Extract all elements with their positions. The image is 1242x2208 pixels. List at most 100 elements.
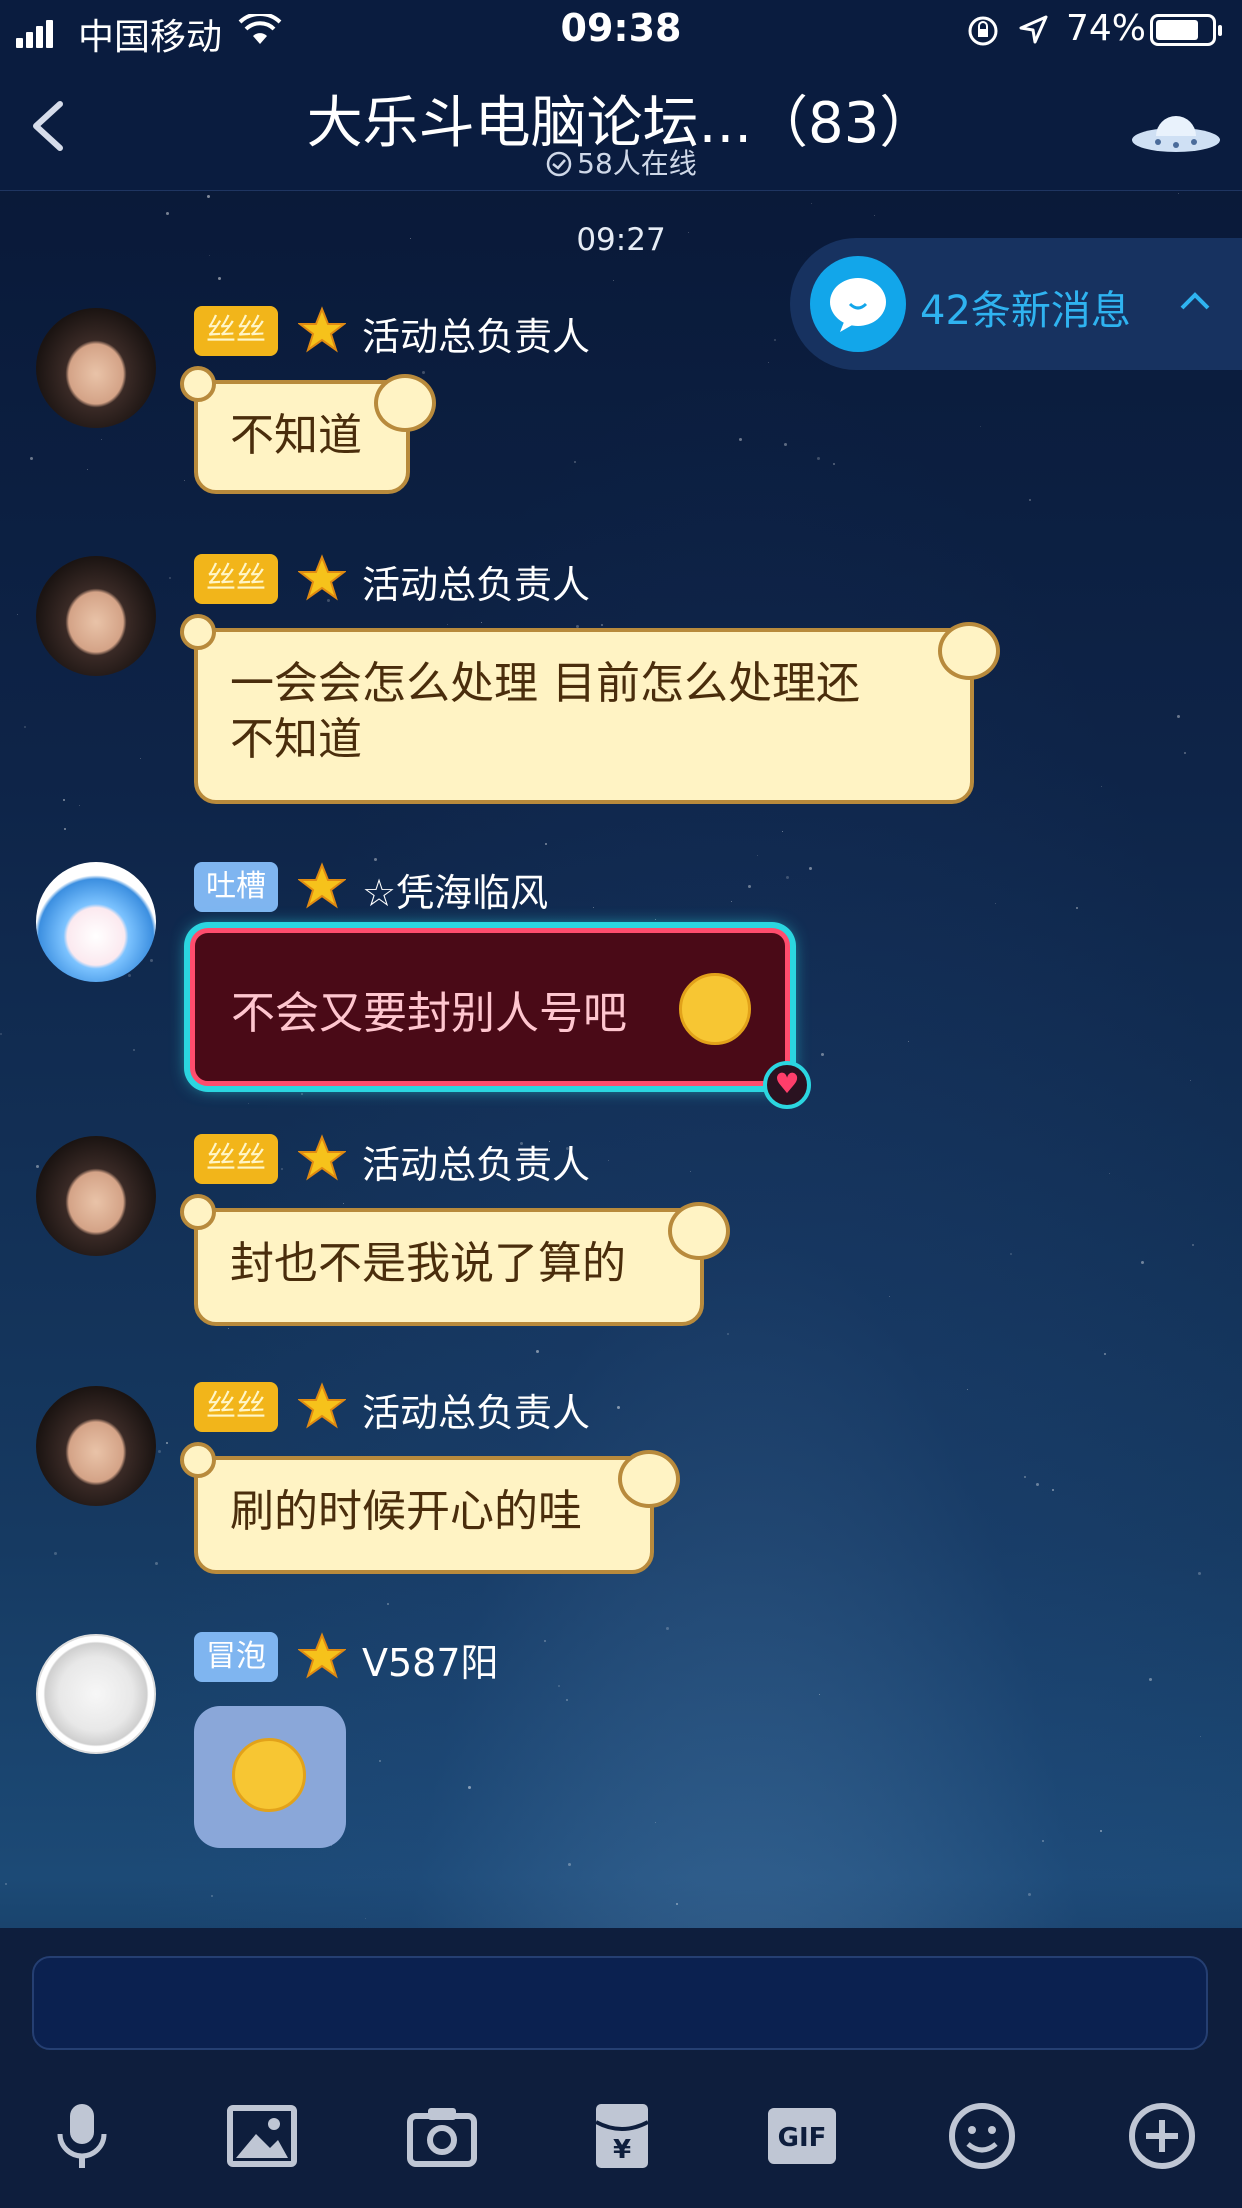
star-dot bbox=[1149, 1678, 1153, 1682]
star-dot bbox=[1101, 785, 1103, 787]
gif-icon[interactable]: GIF bbox=[762, 2096, 842, 2176]
star-dot bbox=[768, 362, 770, 364]
message-bubble[interactable]: 一会会怎么处理 目前怎么处理还 不知道 bbox=[180, 614, 1000, 804]
star-dot bbox=[1177, 715, 1181, 719]
status-bar: 中国移动 09:38 74% bbox=[0, 0, 1242, 60]
message-input[interactable] bbox=[32, 1956, 1208, 2050]
bubble-mascot-decoration bbox=[668, 1202, 730, 1260]
star-dot bbox=[165, 212, 169, 216]
svg-text:¥: ¥ bbox=[613, 2135, 631, 2165]
message-text: 封也不是我说了算的 bbox=[230, 1238, 626, 1289]
avatar[interactable] bbox=[36, 862, 156, 982]
star-dot bbox=[544, 1640, 547, 1643]
star-dot bbox=[573, 460, 576, 463]
sender-name[interactable]: ☆凭海临风 bbox=[362, 862, 548, 917]
chevron-up-icon bbox=[1180, 292, 1210, 310]
star-dot bbox=[378, 1760, 381, 1763]
microphone-icon[interactable] bbox=[42, 2096, 122, 2176]
star-dot bbox=[211, 1895, 214, 1898]
new-messages-button[interactable]: 42条新消息 bbox=[790, 238, 1242, 370]
message-bubble[interactable] bbox=[194, 1706, 346, 1848]
star-dot bbox=[1029, 498, 1032, 501]
title-badge: 冒泡 bbox=[194, 1632, 278, 1682]
star-dot bbox=[387, 1603, 390, 1606]
star-dot bbox=[612, 280, 614, 282]
message-text: 不知道 bbox=[230, 410, 362, 461]
avatar[interactable] bbox=[36, 1136, 156, 1256]
message-bubble[interactable]: 封也不是我说了算的 bbox=[180, 1194, 730, 1326]
message-text: 刷的时候开心的哇 bbox=[230, 1486, 582, 1537]
avatar[interactable] bbox=[36, 556, 156, 676]
star-dot bbox=[149, 958, 153, 962]
red-packet-icon[interactable]: ¥ bbox=[582, 2096, 662, 2176]
star-dot bbox=[1177, 193, 1179, 195]
star-dot bbox=[139, 757, 141, 759]
sender-name[interactable]: V587阳 bbox=[362, 1632, 499, 1687]
star-dot bbox=[248, 1102, 250, 1104]
star-dot bbox=[168, 577, 171, 580]
sweat-emoji-icon bbox=[679, 973, 751, 1045]
composer-bar: ¥ GIF bbox=[0, 1928, 1242, 2208]
star-dot bbox=[1189, 1079, 1191, 1081]
message-bubble[interactable]: 不知道 bbox=[180, 366, 436, 494]
title-badge: 丝丝 bbox=[194, 306, 278, 356]
message-bubble[interactable]: 不会又要封别人号吧 ♥ bbox=[190, 928, 811, 1109]
star-dot bbox=[218, 276, 222, 280]
online-count-label: 58人在线 bbox=[577, 147, 697, 180]
chat-bubble-icon bbox=[810, 256, 906, 352]
star-dot bbox=[784, 443, 788, 447]
star-dot bbox=[1099, 1830, 1102, 1832]
chat-header: 大乐斗电脑论坛...（83） 58人在线 bbox=[0, 60, 1242, 191]
star-dot bbox=[738, 438, 742, 442]
sender-name[interactable]: 活动总负责人 bbox=[362, 306, 590, 361]
sender-name[interactable]: 活动总负责人 bbox=[362, 1382, 590, 1437]
star-dot bbox=[53, 1552, 57, 1556]
star-dot bbox=[816, 456, 820, 460]
star-dot bbox=[654, 919, 656, 921]
star-dot bbox=[281, 1168, 284, 1171]
clock: 09:38 bbox=[560, 6, 682, 50]
emoji-icon[interactable] bbox=[942, 2096, 1022, 2176]
star-dot bbox=[1009, 1252, 1012, 1255]
star-dot bbox=[811, 203, 813, 205]
star-icon bbox=[298, 306, 346, 353]
star-icon bbox=[298, 1632, 346, 1679]
sender-name[interactable]: 活动总负责人 bbox=[362, 1134, 590, 1189]
star-icon bbox=[298, 1134, 346, 1181]
star-dot bbox=[157, 1450, 161, 1454]
star-dot bbox=[833, 463, 836, 466]
camera-icon[interactable] bbox=[402, 2096, 482, 2176]
star-dot bbox=[1027, 1893, 1031, 1897]
image-icon[interactable] bbox=[222, 2096, 302, 2176]
star-dot bbox=[30, 457, 34, 461]
avatar[interactable] bbox=[36, 1634, 156, 1754]
message-text-line: 一会会怎么处理 目前怎么处理还 bbox=[230, 658, 860, 709]
star-dot bbox=[781, 831, 783, 833]
new-messages-label: 42条新消息 bbox=[920, 288, 1131, 334]
star-dot bbox=[1192, 1243, 1195, 1246]
sender-name[interactable]: 活动总负责人 bbox=[362, 554, 590, 609]
star-dot bbox=[675, 1902, 678, 1905]
star-dot bbox=[666, 1627, 669, 1631]
star-dot bbox=[785, 875, 789, 879]
plus-icon[interactable] bbox=[1122, 2096, 1202, 2176]
star-dot bbox=[468, 1785, 472, 1789]
star-dot bbox=[995, 902, 997, 904]
star-dot bbox=[727, 1333, 730, 1336]
avatar[interactable] bbox=[36, 308, 156, 428]
check-circle-icon bbox=[546, 151, 572, 177]
star-dot bbox=[64, 828, 67, 831]
avatar[interactable] bbox=[36, 1386, 156, 1506]
star-dot bbox=[128, 974, 132, 978]
star-dot bbox=[300, 1092, 303, 1095]
star-dot bbox=[773, 339, 776, 342]
star-dot bbox=[1041, 1840, 1044, 1843]
star-dot bbox=[747, 885, 751, 888]
ufo-icon[interactable] bbox=[1130, 104, 1222, 164]
message-bubble[interactable]: 刷的时候开心的哇 bbox=[180, 1442, 680, 1574]
star-dot bbox=[730, 900, 732, 902]
shy-emoji-icon bbox=[232, 1738, 306, 1812]
star-dot bbox=[1035, 1482, 1039, 1486]
star-dot bbox=[689, 1171, 691, 1173]
star-dot bbox=[1051, 1489, 1054, 1492]
